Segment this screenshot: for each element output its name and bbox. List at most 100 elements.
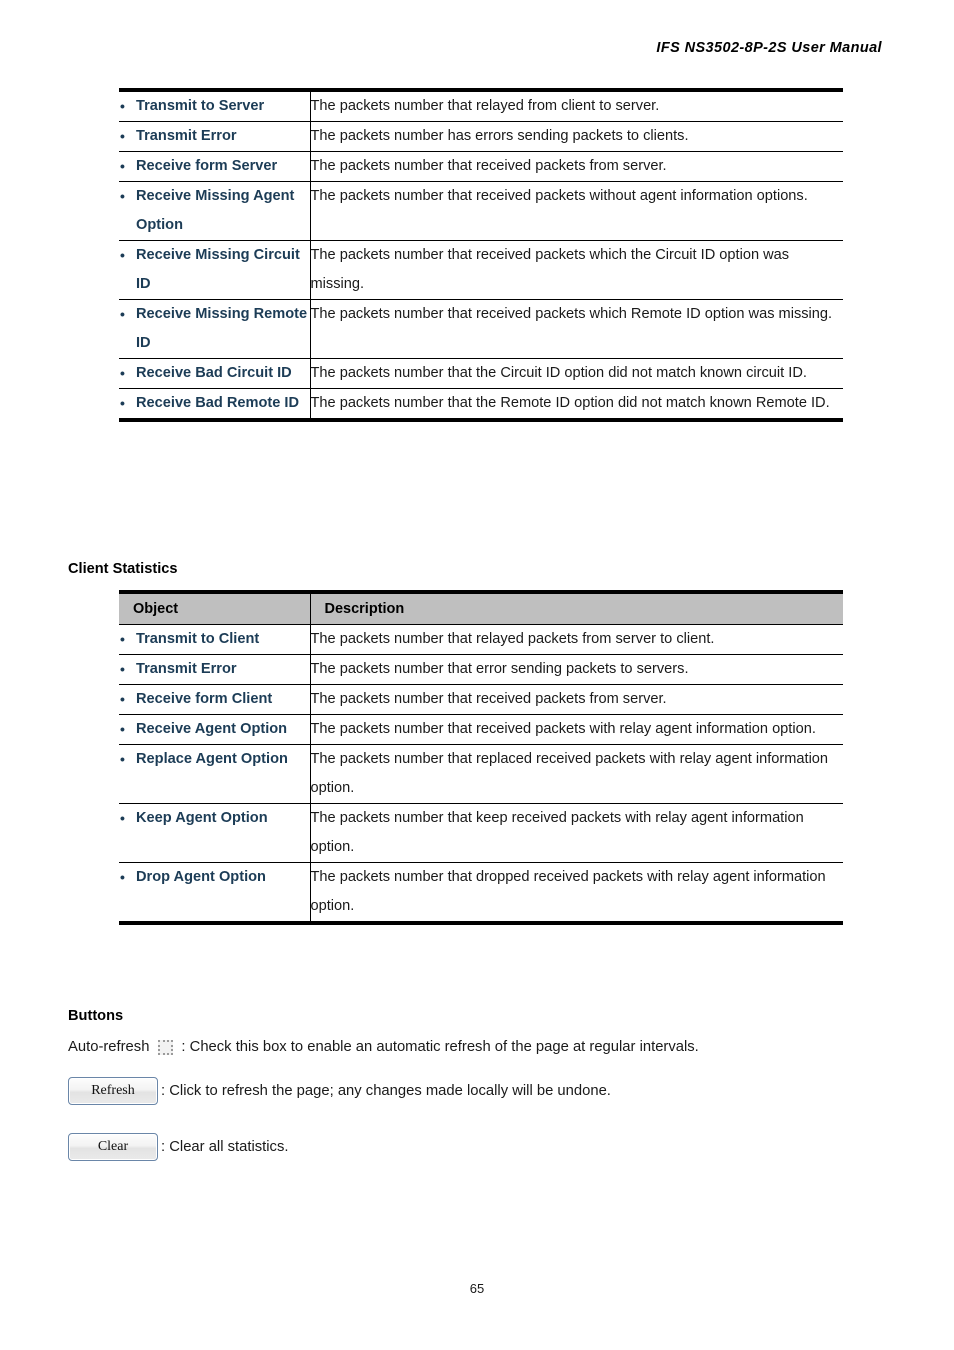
object-label: Receive Missing Circuit ID bbox=[119, 241, 310, 299]
object-label: Transmit Error bbox=[119, 655, 310, 684]
object-cell: Transmit to Client bbox=[119, 624, 311, 655]
description-cell: The packets number that relayed from cli… bbox=[310, 92, 843, 122]
description-cell: The packets number that received packets… bbox=[310, 299, 843, 359]
clear-description: : Clear all statistics. bbox=[161, 1139, 289, 1155]
table-row: Receive form Client The packets number t… bbox=[119, 684, 843, 715]
refresh-line: Refresh : Click to refresh the page; any… bbox=[68, 1076, 699, 1106]
page-number: 65 bbox=[469, 1281, 485, 1296]
object-cell: Receive form Server bbox=[119, 151, 311, 182]
object-cell: Receive Missing Circuit ID bbox=[119, 240, 311, 300]
description-cell: The packets number that the Remote ID op… bbox=[310, 389, 843, 419]
object-cell: Receive Bad Circuit ID bbox=[119, 358, 311, 389]
object-label: Transmit to Server bbox=[119, 92, 310, 121]
description-text: The packets number that replaced receive… bbox=[310, 751, 829, 796]
description-text: The packets number that received packets… bbox=[310, 721, 816, 737]
auto-refresh-checkbox[interactable] bbox=[158, 1039, 174, 1055]
client-statistics-table: Object Description Transmit to Client Th… bbox=[119, 590, 843, 925]
auto-refresh-line: Auto-refresh : Check this box to enable … bbox=[68, 1032, 699, 1062]
object-cell: Transmit Error bbox=[119, 121, 311, 152]
description-text: The packets number that received packets… bbox=[310, 306, 833, 322]
object-label: Transmit Error bbox=[119, 122, 310, 151]
table-row: Transmit to Client The packets number th… bbox=[119, 624, 843, 655]
object-label: Receive Missing Agent Option bbox=[119, 182, 310, 240]
table-row: Transmit Error The packets number has er… bbox=[119, 121, 843, 152]
document-page: IFS NS3502-8P-2S User Manual Transmit to… bbox=[0, 0, 954, 1350]
description-cell: The packets number that received packets… bbox=[310, 151, 843, 182]
description-text: The packets number that dropped received… bbox=[310, 869, 826, 914]
document-header-title: IFS NS3502-8P-2S User Manual bbox=[656, 40, 882, 56]
column-header-description: Description bbox=[310, 594, 843, 625]
table-row: Receive Missing Circuit ID The packets n… bbox=[119, 240, 843, 300]
object-label: Receive form Server bbox=[119, 152, 310, 181]
table-row: Receive Missing Agent Option The packets… bbox=[119, 181, 843, 241]
object-label: Drop Agent Option bbox=[119, 863, 310, 892]
refresh-description: : Click to refresh the page; any changes… bbox=[161, 1083, 611, 1099]
description-cell: The packets number that replaced receive… bbox=[310, 744, 843, 804]
object-cell: Replace Agent Option bbox=[119, 744, 311, 804]
server-statistics-grid: Transmit to Server The packets number th… bbox=[119, 92, 843, 418]
table-row: Receive Bad Circuit ID The packets numbe… bbox=[119, 358, 843, 389]
object-cell: Receive Missing Remote ID bbox=[119, 299, 311, 359]
description-text: The packets number has errors sending pa… bbox=[310, 128, 689, 144]
table-row: Receive Agent Option The packets number … bbox=[119, 714, 843, 745]
description-cell: The packets number that received packets… bbox=[310, 714, 843, 745]
description-cell: The packets number that error sending pa… bbox=[310, 654, 843, 685]
table-header-row: Object Description bbox=[119, 594, 843, 625]
description-text: The packets number that received packets… bbox=[310, 247, 790, 292]
auto-refresh-description: : Check this box to enable an automatic … bbox=[181, 1039, 699, 1055]
table-row: Keep Agent Option The packets number tha… bbox=[119, 803, 843, 863]
object-cell: Receive Missing Agent Option bbox=[119, 181, 311, 241]
description-cell: The packets number that received packets… bbox=[310, 181, 843, 241]
table-bottom-rule bbox=[119, 418, 843, 422]
object-cell: Receive Agent Option bbox=[119, 714, 311, 745]
buttons-section: Buttons Auto-refresh : Check this box to… bbox=[68, 1008, 699, 1162]
object-label: Receive Missing Remote ID bbox=[119, 300, 310, 358]
description-text: The packets number that keep received pa… bbox=[310, 810, 804, 855]
table-row: Drop Agent Option The packets number tha… bbox=[119, 862, 843, 922]
description-text: The packets number that error sending pa… bbox=[310, 661, 689, 677]
description-cell: The packets number that received packets… bbox=[310, 240, 843, 300]
description-text: The packets number that the Circuit ID o… bbox=[310, 365, 807, 381]
description-cell: The packets number that the Circuit ID o… bbox=[310, 358, 843, 389]
column-header-object: Object bbox=[119, 594, 311, 625]
clear-line: Clear : Clear all statistics. bbox=[68, 1132, 699, 1162]
object-cell: Transmit Error bbox=[119, 654, 311, 685]
object-cell: Receive Bad Remote ID bbox=[119, 388, 311, 418]
object-label: Receive Bad Circuit ID bbox=[119, 359, 310, 388]
server-statistics-table: Transmit to Server The packets number th… bbox=[119, 88, 843, 422]
object-label: Keep Agent Option bbox=[119, 804, 310, 833]
buttons-heading: Buttons bbox=[68, 1008, 124, 1024]
object-label: Receive Bad Remote ID bbox=[119, 389, 310, 418]
description-cell: The packets number that keep received pa… bbox=[310, 803, 843, 863]
object-label: Receive form Client bbox=[119, 685, 310, 714]
description-cell: The packets number has errors sending pa… bbox=[310, 121, 843, 152]
client-statistics-grid: Object Description Transmit to Client Th… bbox=[119, 594, 843, 921]
description-text: The packets number that relayed from cli… bbox=[310, 98, 660, 114]
description-cell: The packets number that dropped received… bbox=[310, 863, 843, 922]
description-text: The packets number that the Remote ID op… bbox=[310, 395, 830, 411]
object-cell: Receive form Client bbox=[119, 684, 311, 715]
object-cell: Drop Agent Option bbox=[119, 862, 311, 921]
table-row: Transmit to Server The packets number th… bbox=[119, 92, 843, 122]
table-row: Receive Missing Remote ID The packets nu… bbox=[119, 299, 843, 359]
object-label: Replace Agent Option bbox=[119, 745, 310, 774]
description-cell: The packets number that received packets… bbox=[310, 684, 843, 715]
table-bottom-rule bbox=[119, 921, 843, 925]
table-row: Transmit Error The packets number that e… bbox=[119, 654, 843, 685]
description-text: The packets number that received packets… bbox=[310, 158, 667, 174]
table-row: Replace Agent Option The packets number … bbox=[119, 744, 843, 804]
table-row: Receive form Server The packets number t… bbox=[119, 151, 843, 182]
object-cell: Transmit to Server bbox=[119, 92, 311, 122]
description-text: The packets number that received packets… bbox=[310, 691, 667, 707]
description-text: The packets number that relayed packets … bbox=[310, 631, 715, 647]
description-text: The packets number that received packets… bbox=[310, 188, 808, 204]
object-label: Receive Agent Option bbox=[119, 715, 310, 744]
table-row: Receive Bad Remote ID The packets number… bbox=[119, 388, 843, 419]
auto-refresh-label: Auto-refresh bbox=[68, 1039, 150, 1055]
object-cell: Keep Agent Option bbox=[119, 803, 311, 863]
object-label: Transmit to Client bbox=[119, 625, 310, 654]
client-statistics-heading: Client Statistics bbox=[68, 561, 178, 577]
refresh-button[interactable]: Refresh bbox=[68, 1077, 158, 1105]
description-cell: The packets number that relayed packets … bbox=[310, 624, 843, 655]
clear-button[interactable]: Clear bbox=[68, 1133, 158, 1161]
